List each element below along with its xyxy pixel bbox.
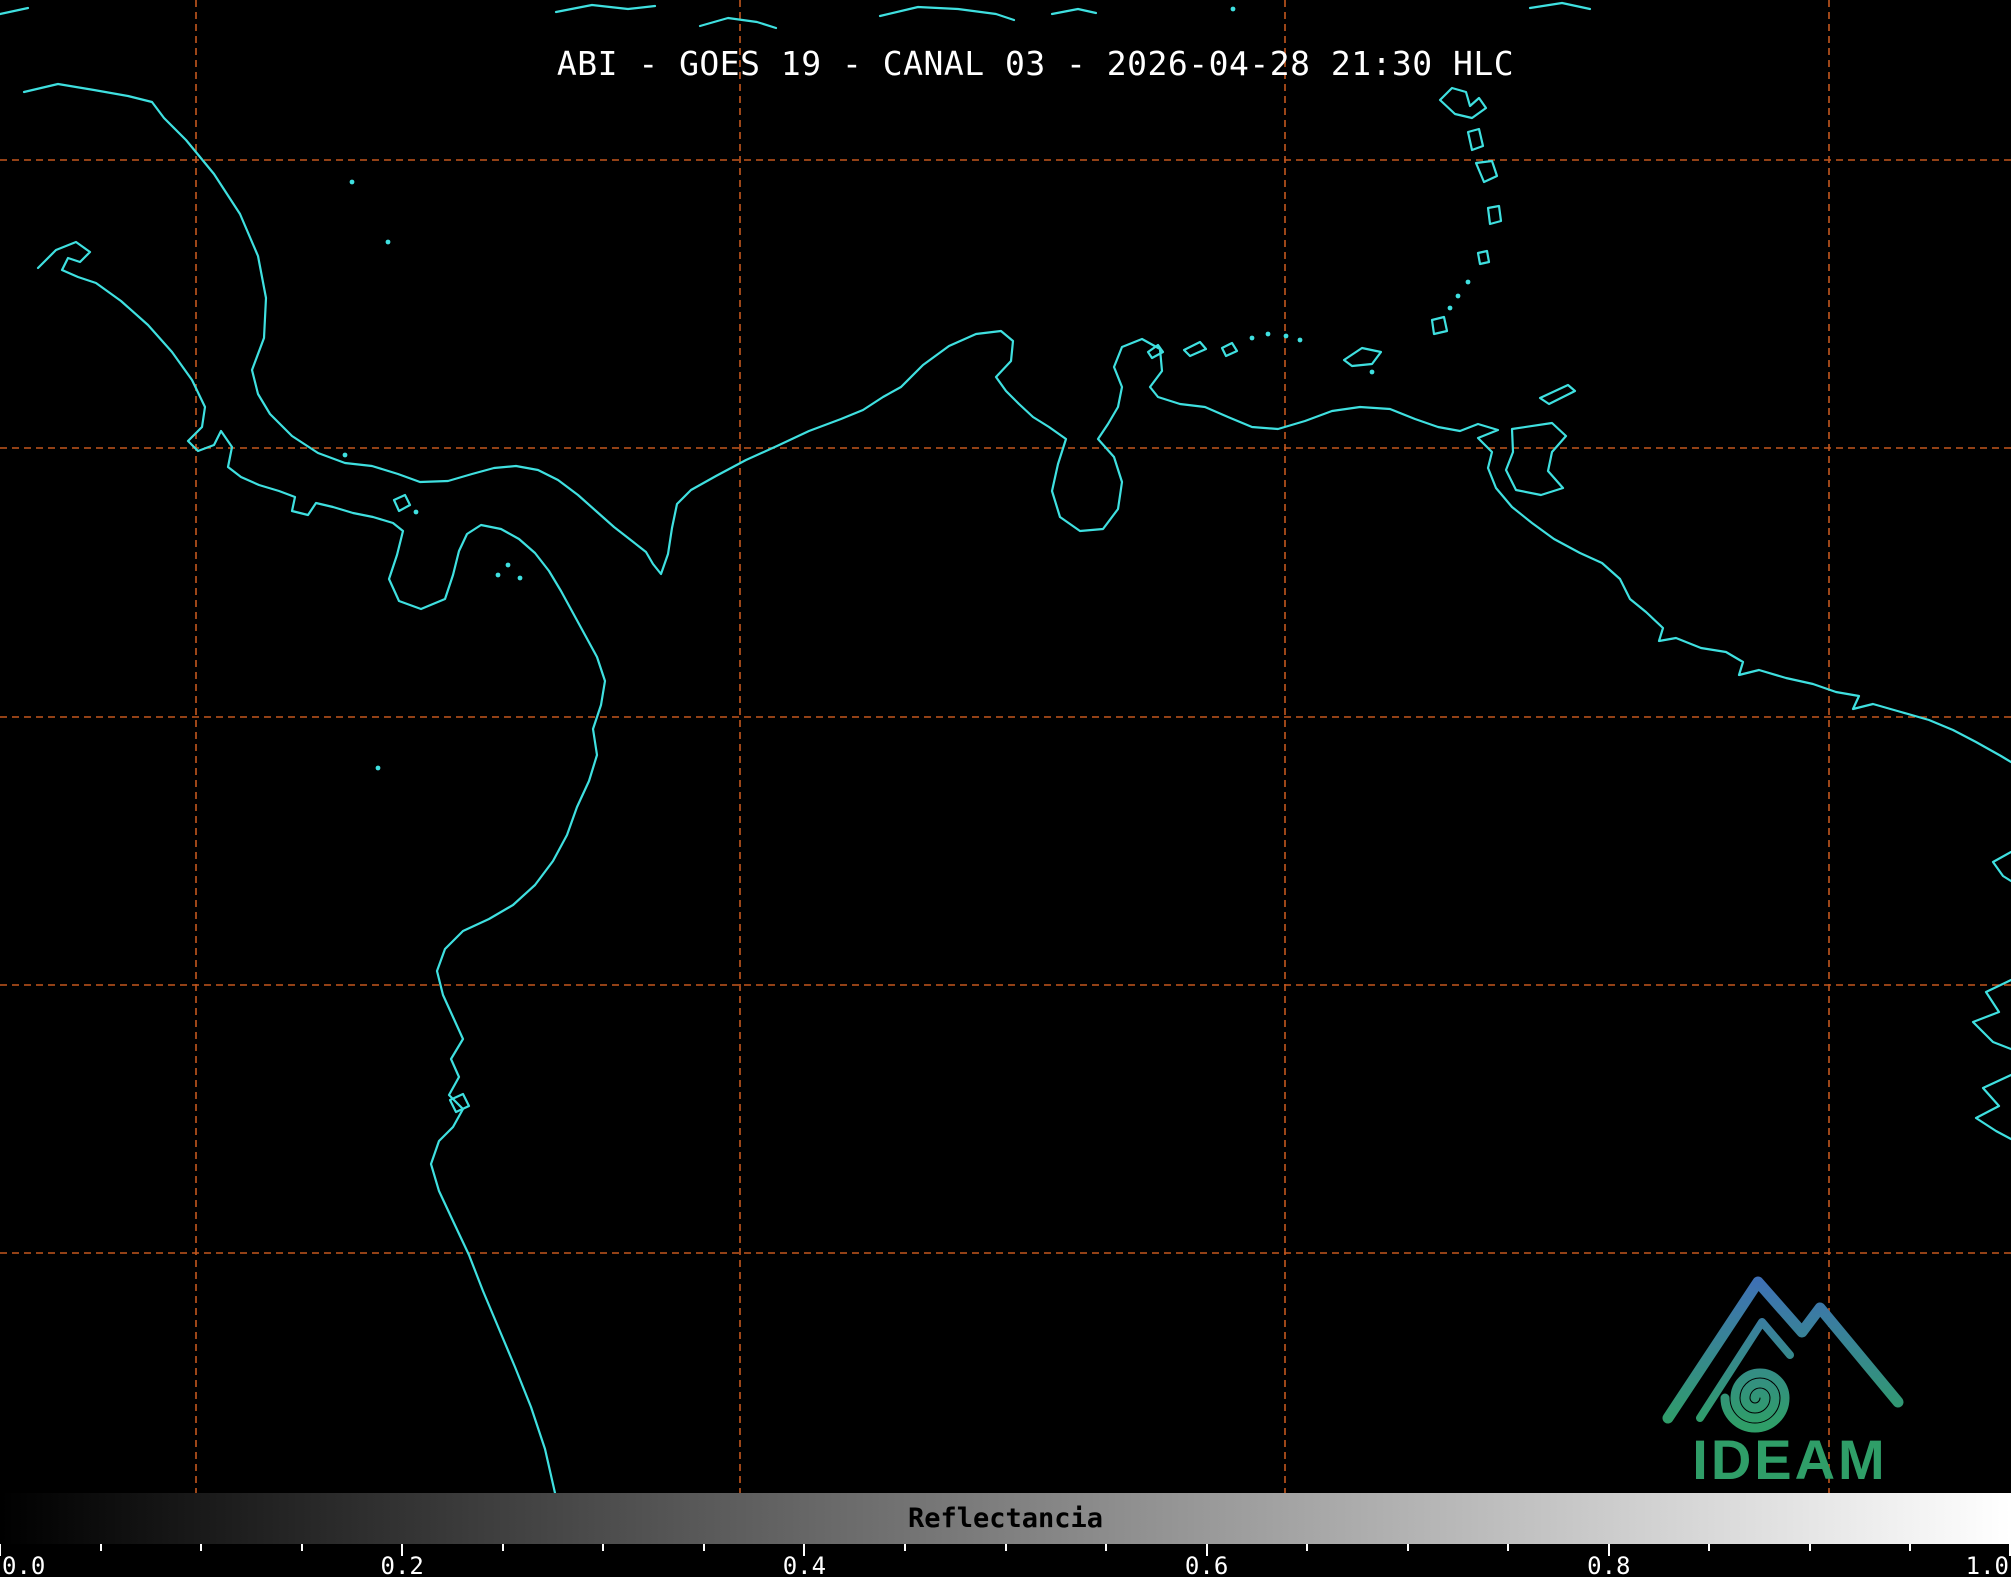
tick-mark — [1005, 1544, 1007, 1551]
tick-label: 0.2 — [381, 1552, 424, 1577]
island-dot — [386, 240, 391, 245]
tick-mark — [301, 1544, 303, 1551]
island-dot — [506, 563, 511, 568]
tick-mark — [1809, 1544, 1811, 1551]
coastline-path — [1440, 88, 1486, 118]
coastline-path — [24, 84, 2011, 762]
island-dot — [376, 766, 381, 771]
tick-label: 0.8 — [1587, 1552, 1630, 1577]
satellite-image-viewer: ABI - GOES 19 - CANAL 03 - 2026-04-28 21… — [0, 0, 2011, 1577]
coastline-path — [1530, 3, 1590, 9]
island-dot — [496, 573, 501, 578]
coastline-path — [38, 242, 605, 1493]
coastline-path — [1184, 342, 1206, 356]
island-dot — [1266, 332, 1271, 337]
ideam-logo-text: IDEAM — [1692, 1428, 1887, 1491]
image-title: ABI - GOES 19 - CANAL 03 - 2026-04-28 21… — [60, 44, 2011, 83]
colorbar: Reflectancia — [0, 1493, 2011, 1544]
coastline-path — [1052, 9, 1096, 14]
island-dot — [1298, 338, 1303, 343]
tick-mark — [0, 1544, 1, 1556]
tick-label: 0.6 — [1185, 1552, 1228, 1577]
coastline-path — [1973, 980, 2011, 1049]
island-dot — [1250, 336, 1255, 341]
coastline-path — [1478, 251, 1489, 264]
coastline-path — [1344, 348, 1381, 366]
island-dot — [1231, 7, 1236, 12]
coastline-path — [450, 1094, 469, 1112]
coastline-path — [1540, 385, 1575, 404]
coastline-path — [0, 8, 28, 14]
coastline-path — [1976, 1075, 2011, 1139]
island-dot — [1370, 370, 1375, 375]
coastline-path — [700, 18, 776, 28]
coastline-path — [880, 7, 1014, 20]
tick-mark — [1306, 1544, 1308, 1551]
tick-mark — [1507, 1544, 1509, 1551]
coastline-path — [1993, 852, 2011, 881]
hurricane-spiral-icon — [1725, 1373, 1785, 1428]
colorbar-axis: 0.0 0.2 0.4 0.6 0.8 1.0 — [0, 1544, 2011, 1577]
tick-mark — [1407, 1544, 1409, 1551]
tick-label: 0.0 — [2, 1552, 45, 1577]
tick-mark — [904, 1544, 906, 1551]
tick-mark — [703, 1544, 705, 1551]
coastline-path — [1222, 343, 1237, 356]
island-dot — [343, 453, 348, 458]
coastline-path — [1476, 161, 1497, 182]
colorbar-label: Reflectancia — [908, 1503, 1103, 1534]
island-dot — [1284, 334, 1289, 339]
tick-mark — [100, 1544, 102, 1551]
coastline-path — [1488, 206, 1501, 224]
tick-mark — [1105, 1544, 1107, 1551]
coastline-path — [1468, 129, 1483, 150]
tick-mark — [1708, 1544, 1710, 1551]
tick-mark — [602, 1544, 604, 1551]
island-dot — [350, 180, 355, 185]
coastline-path — [556, 5, 655, 12]
tick-mark — [1909, 1544, 1911, 1551]
island-dot — [1448, 306, 1453, 311]
tick-mark — [502, 1544, 504, 1551]
island-dot — [1466, 280, 1471, 285]
tick-mark — [200, 1544, 202, 1551]
island-dot — [518, 576, 523, 581]
island-dot — [1456, 294, 1461, 299]
coastline-path — [1432, 317, 1447, 334]
coastline-path — [1506, 423, 1566, 495]
coastline-path — [394, 495, 410, 511]
tick-label: 0.4 — [783, 1552, 826, 1577]
island-dot — [414, 510, 419, 515]
ideam-logo: IDEAM — [1650, 1245, 1930, 1495]
tick-label: 1.0 — [1966, 1552, 2009, 1577]
satellite-map: ABI - GOES 19 - CANAL 03 - 2026-04-28 21… — [0, 0, 2011, 1493]
ideam-logo-graphic: IDEAM — [1650, 1245, 1930, 1495]
